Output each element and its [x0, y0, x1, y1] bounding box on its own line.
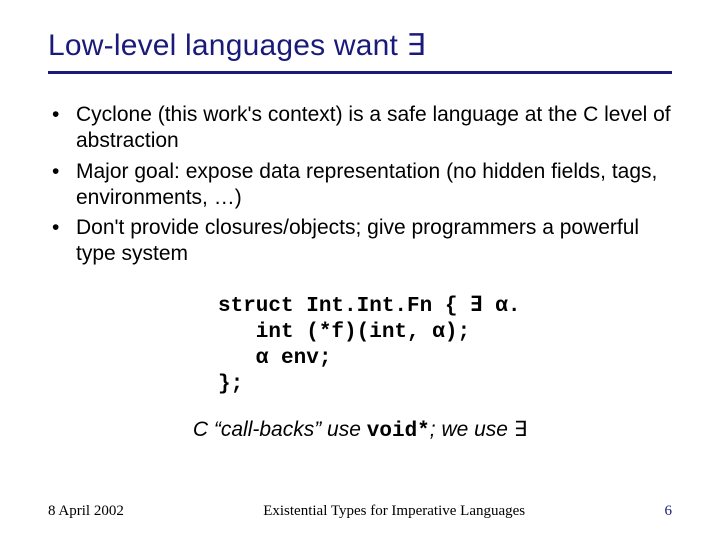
slide-title: Low-level languages want ∃: [48, 28, 672, 63]
footer-date: 8 April 2002: [48, 503, 124, 520]
exists-symbol: ∃: [514, 418, 527, 441]
list-item: Major goal: expose data representation (…: [48, 159, 672, 212]
list-item: Don't provide closures/objects; give pro…: [48, 215, 672, 268]
bullet-list: Cyclone (this work's context) is a safe …: [48, 102, 672, 268]
footer-title: Existential Types for Imperative Languag…: [124, 503, 665, 520]
callback-text: ; we use: [430, 418, 514, 441]
list-item: Cyclone (this work's context) is a safe …: [48, 102, 672, 155]
slide: Low-level languages want ∃ Cyclone (this…: [0, 0, 720, 540]
footer: 8 April 2002 Existential Types for Imper…: [48, 503, 672, 520]
callback-text: C “call-backs” use: [193, 418, 367, 441]
callback-mono: void*: [367, 420, 430, 443]
page-number: 6: [665, 503, 673, 520]
title-underline: [48, 71, 672, 74]
code-block: struct Int.Int.Fn { ∃ α. int (*f)(int, α…: [218, 294, 672, 399]
callback-line: C “call-backs” use void*; we use ∃: [48, 417, 672, 443]
